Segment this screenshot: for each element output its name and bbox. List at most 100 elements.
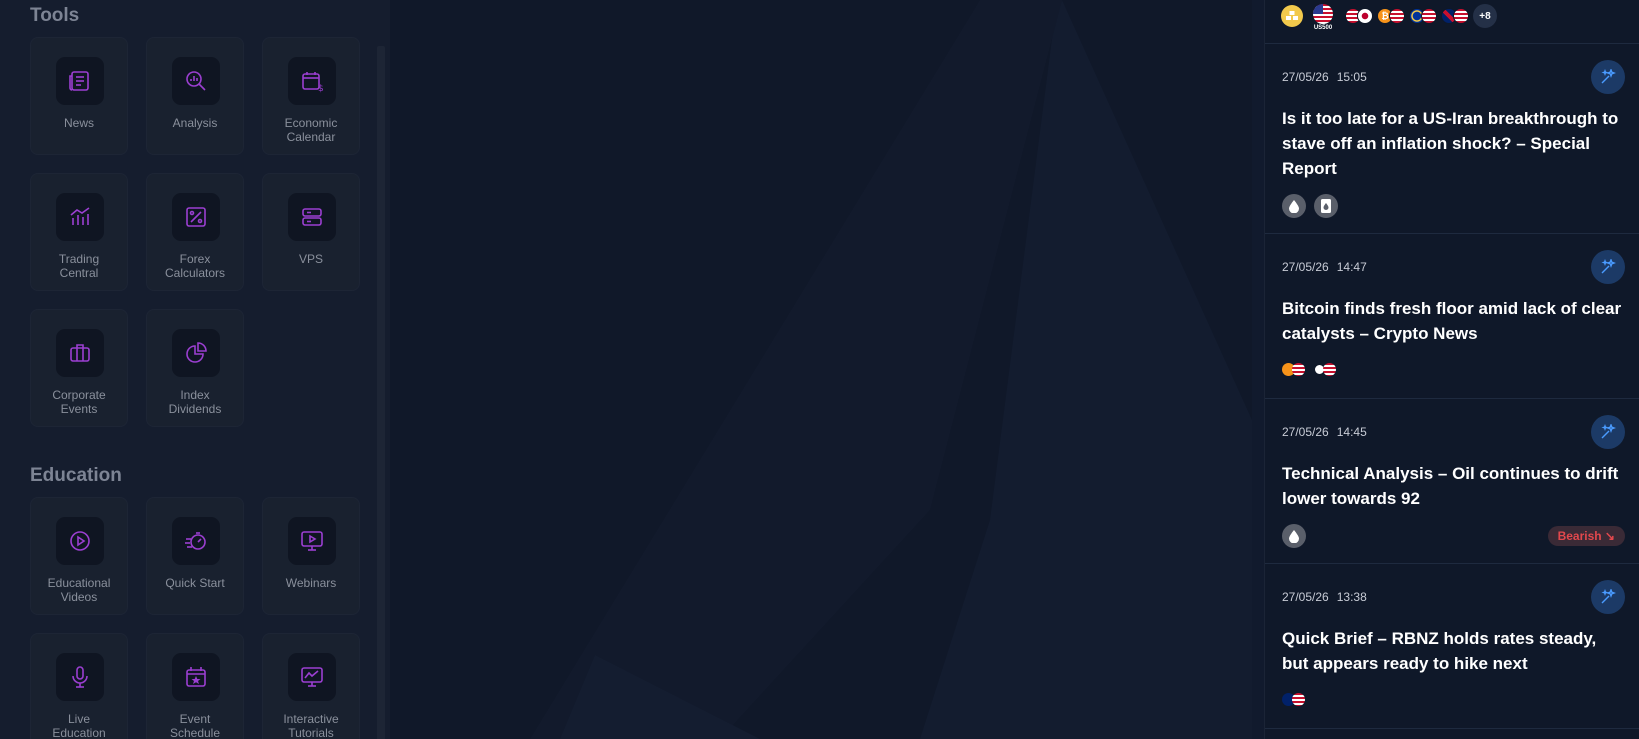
- background-logo-shape: [530, 0, 1252, 739]
- asset-btcusd[interactable]: ₿: [1377, 4, 1405, 28]
- pie-chart-icon: [172, 329, 220, 377]
- more-assets-badge[interactable]: +8: [1473, 4, 1497, 28]
- tool-label: Quick Start: [165, 576, 225, 590]
- sparkle-icon: [1601, 424, 1616, 439]
- us-flag-icon: [1453, 8, 1469, 24]
- calendar-star-icon: [172, 653, 220, 701]
- tool-label: News: [63, 116, 94, 130]
- tool-label: Forex Calculators: [164, 252, 226, 280]
- tool-label: Corporate Events: [52, 388, 106, 416]
- education-section-title: Education: [30, 465, 122, 486]
- education-webinars[interactable]: Webinars: [262, 497, 360, 615]
- magnifier-chart-icon: [172, 57, 220, 105]
- education-interactive-tutorials[interactable]: Interactive Tutorials: [262, 633, 360, 739]
- asset-gbpusd[interactable]: [1441, 4, 1469, 28]
- news-card[interactable]: 27/05/26 13:38 Quick Brief – RBNZ holds r…: [1265, 564, 1639, 729]
- ai-summary-button[interactable]: [1591, 60, 1625, 94]
- news-panel: US500 ₿ +8 27/05/26 15:05 Is it too late …: [1264, 0, 1639, 739]
- tool-trading-central[interactable]: Trading Central: [30, 173, 128, 291]
- us-flag-icon: [1389, 8, 1405, 24]
- tool-analysis[interactable]: Analysis: [146, 37, 244, 155]
- tag-btcusd[interactable]: [1282, 363, 1305, 376]
- tool-label: VPS: [298, 252, 323, 266]
- asset-us500[interactable]: US500: [1313, 4, 1333, 32]
- news-headline[interactable]: Is it too late for a US-Iran breakthroug…: [1282, 106, 1626, 181]
- sentiment-badge: Bearish ↘: [1547, 526, 1625, 546]
- ai-summary-button[interactable]: [1591, 415, 1625, 449]
- asset-eurusd[interactable]: [1409, 4, 1437, 28]
- tool-forex-calculators[interactable]: Forex Calculators: [146, 173, 244, 291]
- news-tags: [1282, 194, 1338, 218]
- japan-flag-icon: [1357, 8, 1373, 24]
- briefcase-icon: [56, 329, 104, 377]
- tool-label: Economic Calendar: [284, 116, 338, 144]
- sparkle-icon: [1601, 259, 1616, 274]
- tool-label: Analysis: [172, 116, 218, 130]
- news-timestamp: 27/05/26 13:38: [1282, 590, 1367, 604]
- news-card[interactable]: 27/05/26 15:05 Is it too late for a US-Ir…: [1265, 44, 1639, 234]
- us-flag-icon: [1292, 693, 1305, 706]
- oil-drop-icon: [1282, 524, 1306, 548]
- news-time: 15:05: [1336, 70, 1367, 84]
- tool-label: Live Education: [52, 712, 106, 739]
- asset-usdjpy[interactable]: [1345, 4, 1373, 28]
- news-headline[interactable]: Technical Analysis – Oil continues to dr…: [1282, 461, 1626, 511]
- tool-label: Educational Videos: [47, 576, 111, 604]
- news-timestamp: 27/05/26 14:45: [1282, 425, 1367, 439]
- news-tags: [1282, 524, 1306, 548]
- tool-label: Index Dividends: [168, 388, 222, 416]
- tool-economic-calendar[interactable]: $ Economic Calendar: [262, 37, 360, 155]
- news-date: 27/05/26: [1282, 425, 1329, 439]
- us-flag-icon: [1421, 8, 1437, 24]
- ai-summary-button[interactable]: [1591, 250, 1625, 284]
- news-headline[interactable]: Quick Brief – RBNZ holds rates steady, b…: [1282, 626, 1626, 676]
- us-flag-icon: [1292, 363, 1305, 376]
- sparkle-icon: [1601, 589, 1616, 604]
- news-time: 14:45: [1336, 425, 1367, 439]
- education-live[interactable]: Live Education: [30, 633, 128, 739]
- newspaper-icon: [56, 57, 104, 105]
- us-flag-icon: [1313, 4, 1333, 24]
- monitor-chart-icon: [288, 653, 336, 701]
- tools-section-title: Tools: [30, 5, 80, 26]
- tools-scrollbar[interactable]: [377, 46, 385, 739]
- percent-calculator-icon: [172, 193, 220, 241]
- tool-vps[interactable]: VPS: [262, 173, 360, 291]
- education-videos[interactable]: Educational Videos: [30, 497, 128, 615]
- tool-corporate-events[interactable]: Corporate Events: [30, 309, 128, 427]
- asset-gold[interactable]: [1281, 4, 1303, 28]
- news-time: 14:47: [1336, 260, 1367, 274]
- news-timestamp: 27/05/26 14:47: [1282, 260, 1367, 274]
- related-assets-bar: US500 ₿ +8: [1265, 0, 1639, 44]
- news-headline[interactable]: Bitcoin finds fresh floor amid lack of c…: [1282, 296, 1626, 346]
- tool-index-dividends[interactable]: Index Dividends: [146, 309, 244, 427]
- server-icon: [288, 193, 336, 241]
- ai-summary-button[interactable]: [1591, 580, 1625, 614]
- news-tags: [1282, 693, 1305, 706]
- news-date: 27/05/26: [1282, 590, 1329, 604]
- us500-label: US500: [1313, 25, 1333, 31]
- news-card[interactable]: 27/05/26 14:47 Bitcoin finds fresh floor …: [1265, 234, 1639, 399]
- us-flag-icon: [1323, 363, 1336, 376]
- news-time: 13:38: [1336, 590, 1367, 604]
- tools-panel: Tools News Analysis $ Economic Calendar …: [0, 0, 390, 739]
- microphone-icon: [56, 653, 104, 701]
- stopwatch-icon: [172, 517, 220, 565]
- news-card[interactable]: 27/05/26 14:45 Technical Analysis – Oil c…: [1265, 399, 1639, 564]
- oil-drop-icon: [1282, 194, 1306, 218]
- education-event-schedule[interactable]: Event Schedule: [146, 633, 244, 739]
- education-quick-start[interactable]: Quick Start: [146, 497, 244, 615]
- gold-bars-icon: [1281, 5, 1303, 27]
- news-date: 27/05/26: [1282, 260, 1329, 274]
- play-circle-icon: [56, 517, 104, 565]
- oil-barrel-icon: [1314, 194, 1338, 218]
- tag-ethusd[interactable]: [1313, 363, 1336, 376]
- tag-nzdusd[interactable]: [1282, 693, 1305, 706]
- tool-label: Event Schedule: [169, 712, 221, 739]
- sparkle-icon: [1601, 69, 1616, 84]
- news-tags: [1282, 363, 1336, 376]
- tool-news[interactable]: News: [30, 37, 128, 155]
- monitor-play-icon: [288, 517, 336, 565]
- news-date: 27/05/26: [1282, 70, 1329, 84]
- calendar-dollar-icon: $: [288, 57, 336, 105]
